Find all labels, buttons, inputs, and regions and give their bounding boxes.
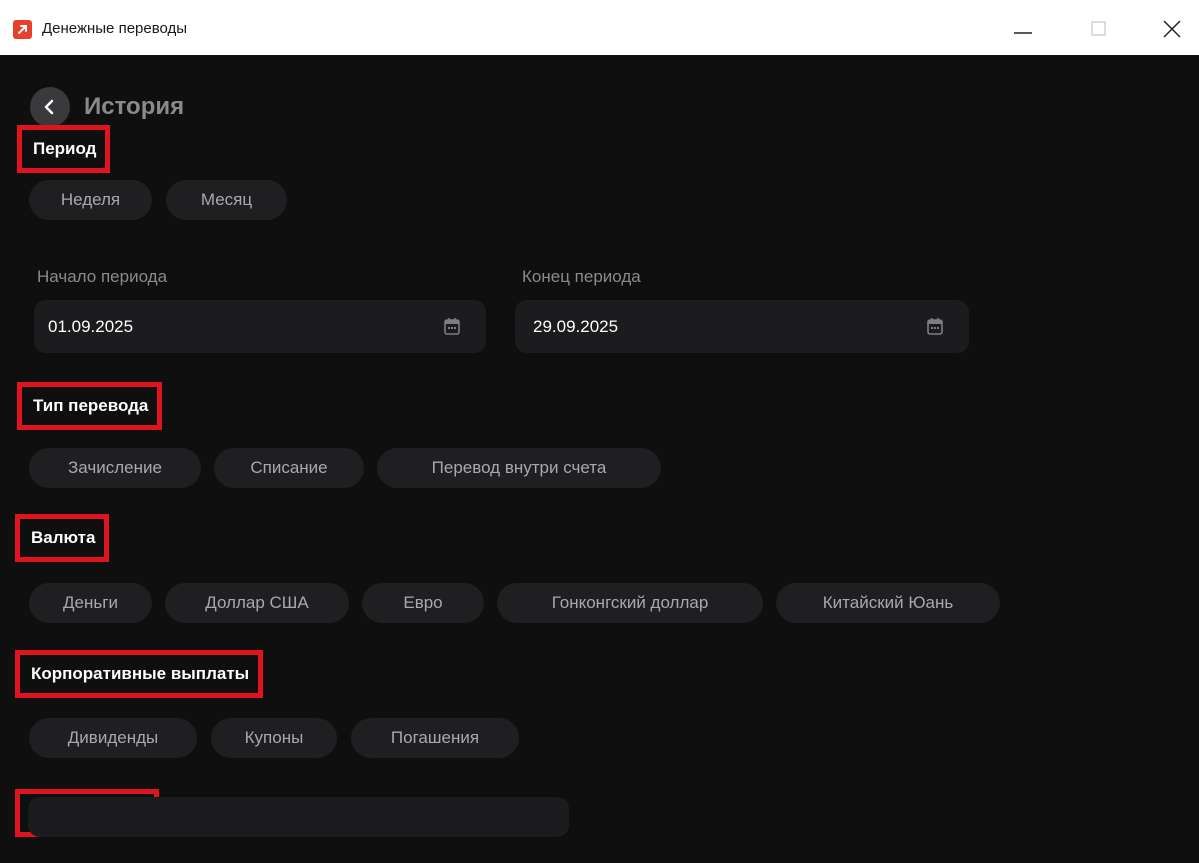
window-title: Денежные переводы: [42, 20, 188, 37]
main-content: История Период Неделя Месяц Начало перио…: [0, 55, 1199, 863]
section-label-transfer-type: Тип перевода: [17, 382, 163, 430]
minimize-button[interactable]: [1006, 12, 1046, 44]
title-bar: Денежные переводы: [0, 0, 1199, 55]
chip-coupons[interactable]: Купоны: [211, 718, 337, 758]
chip-usd[interactable]: Доллар США: [165, 583, 349, 623]
chip-debit[interactable]: Списание: [214, 448, 364, 488]
chevron-left-icon: [44, 99, 54, 115]
chip-week[interactable]: Неделя: [29, 180, 152, 220]
app-logo-icon: [13, 20, 32, 39]
chip-cny[interactable]: Китайский Юань: [776, 583, 1000, 623]
chip-credit[interactable]: Зачисление: [29, 448, 201, 488]
start-date-label: Начало периода: [37, 267, 168, 286]
end-date-field[interactable]: 29.09.2025: [515, 300, 969, 353]
start-date-value: 01.09.2025: [48, 317, 134, 336]
end-date-value: 29.09.2025: [533, 317, 619, 336]
back-button[interactable]: [30, 87, 70, 127]
chip-month[interactable]: Месяц: [166, 180, 287, 220]
chip-redemptions[interactable]: Погашения: [351, 718, 519, 758]
chip-internal-transfer[interactable]: Перевод внутри счета: [377, 448, 661, 488]
close-button[interactable]: [1156, 12, 1196, 44]
chip-hkd[interactable]: Гонконгский доллар: [497, 583, 763, 623]
maximize-button[interactable]: [1082, 12, 1122, 44]
start-date-field[interactable]: 01.09.2025: [34, 300, 486, 353]
section-label-currency: Валюта: [15, 514, 110, 562]
calendar-icon[interactable]: [443, 316, 461, 336]
section-label-period: Период: [17, 125, 111, 173]
calendar-icon[interactable]: [926, 316, 944, 336]
chip-dividends[interactable]: Дивиденды: [29, 718, 197, 758]
comment-input[interactable]: [28, 797, 569, 837]
section-label-corporate-payments: Корпоративные выплаты: [15, 650, 264, 698]
end-date-label: Конец периода: [522, 267, 641, 286]
chip-money[interactable]: Деньги: [29, 583, 152, 623]
chip-eur[interactable]: Евро: [362, 583, 484, 623]
app-window: Денежные переводы История Период Неделя …: [0, 0, 1199, 863]
page-title: История: [84, 93, 185, 120]
